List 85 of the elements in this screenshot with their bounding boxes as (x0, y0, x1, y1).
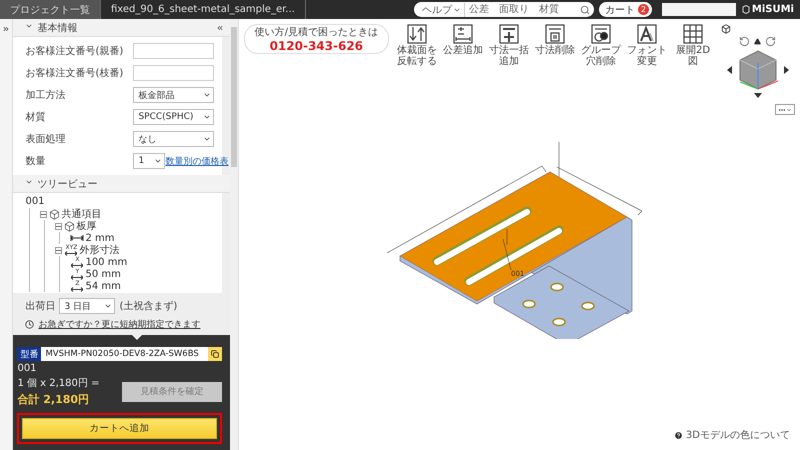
tree-item-label[interactable]: 100 mm (85, 256, 128, 268)
toolbar-button[interactable]: 寸法一括追加 (486, 24, 531, 139)
quantity-dropdown[interactable]: 1 (133, 153, 166, 169)
cart-button[interactable]: カート 2 (598, 2, 652, 17)
up-arrow-icon[interactable] (754, 38, 762, 45)
plus-icon (498, 24, 519, 44)
dropdown[interactable]: なし (133, 131, 214, 147)
clock-icon (25, 320, 34, 329)
section-title: 基本情報 (37, 22, 78, 34)
toolbar-button[interactable]: グループ穴削除 (578, 24, 623, 139)
search-field[interactable]: 公差 面取り 材質 (468, 4, 576, 15)
font-icon (636, 24, 657, 44)
tree-item-label[interactable]: 共通項目 (61, 207, 102, 221)
toolbar-button[interactable]: 体裁面を反転する (394, 24, 439, 139)
chevron-down-icon (104, 302, 112, 310)
toolbar-button[interactable]: 寸法削除 (532, 24, 577, 139)
collapse-toggle[interactable] (55, 222, 62, 230)
thickness-arrow-icon (70, 234, 84, 242)
ship-date-note: (土祝含まず) (119, 300, 178, 313)
text-field[interactable] (133, 65, 214, 81)
tree-item-label[interactable]: 板厚 (76, 219, 96, 233)
view-menu-button[interactable] (774, 104, 795, 115)
logo-icon (742, 5, 750, 14)
field-label: お客様注文番号(枝番) (25, 66, 124, 80)
item-number: 001 (17, 363, 38, 374)
part-number: MVSHM-PN02050-DEV8-2ZA-SW6BS (44, 349, 200, 359)
chevron-down-icon (202, 113, 211, 121)
total-price: 合計 2,180円 (17, 392, 90, 407)
help-icon (674, 430, 683, 440)
toolbar-button[interactable]: 公差追加 (440, 24, 485, 139)
field-label: 数量 (25, 155, 46, 168)
chevron-down-icon (154, 157, 162, 165)
toolbar-button[interactable]: 展開2D図 (670, 24, 715, 139)
logo-text: MiSUMi (752, 4, 794, 15)
flip-arrows-icon (406, 24, 427, 44)
toolbar-button[interactable]: フォント変更 (624, 24, 669, 139)
chevron-down-icon (202, 91, 211, 99)
tree-root-label[interactable]: 001 (25, 196, 214, 208)
breadcrumb-link[interactable]: プロジェクト一覧 (0, 0, 101, 19)
cart-count-badge: 2 (638, 4, 649, 15)
tree-item-label[interactable]: 2 mm (85, 232, 114, 244)
collapse-toggle[interactable] (55, 246, 62, 254)
tree-item-label[interactable]: 外形寸法 (79, 243, 120, 257)
section-title: ツリービュー (37, 178, 98, 190)
field-label: お客様注文番号(親番) (25, 44, 124, 58)
right-arrow-icon[interactable] (784, 66, 789, 74)
copy-button[interactable] (208, 347, 222, 361)
collapse-toggle[interactable] (40, 210, 48, 218)
tree-item-label[interactable]: 50 mm (85, 268, 121, 280)
dropdown[interactable]: SPCC(SPHC) (133, 109, 214, 125)
search-scope-dropdown[interactable]: ヘルプ (422, 2, 465, 16)
color-help-link[interactable]: 3Dモデルの色について (686, 428, 790, 442)
trash-icon (544, 24, 565, 44)
collapse-panel-icon[interactable] (216, 24, 224, 32)
field-label: 表面処理 (25, 132, 66, 146)
unfolded-layout-icon (682, 24, 703, 44)
field-label: 加工方法 (25, 88, 66, 102)
cube-icon (64, 220, 76, 232)
isometric-view-icon[interactable] (720, 24, 731, 34)
chevron-down-icon (202, 135, 211, 143)
chevron-down-icon (786, 106, 792, 112)
text-field[interactable] (133, 43, 214, 59)
search-icon[interactable] (580, 4, 590, 14)
price-table-link[interactable]: 数量別の価格表 (165, 154, 228, 168)
split-shapes-icon (590, 24, 611, 44)
scrollbar-thumb[interactable] (230, 27, 237, 167)
support-caption: 使い方/見積で困ったときは (254, 27, 378, 39)
down-arrow-icon[interactable] (754, 93, 762, 98)
express-link[interactable]: お急ぎですか？更に短納期指定できます (38, 318, 200, 331)
dropdown[interactable]: 板金部品 (133, 87, 214, 103)
expand-panel-icon[interactable] (2, 25, 10, 33)
add-to-cart-button[interactable]: カートへ追加 (22, 418, 217, 439)
unit-price: 1 個 x 2,180円 = (17, 377, 100, 390)
ship-date-dropdown[interactable]: 3 日目 (59, 298, 116, 314)
tree-item-label[interactable]: 54 mm (85, 280, 121, 292)
ship-date-label: 出荷日 (25, 300, 56, 313)
part-number-tag: 型番 (17, 347, 42, 361)
cube-icon (49, 208, 60, 220)
phone-number: 0120-343-626 (270, 39, 364, 53)
left-arrow-icon[interactable] (726, 66, 732, 74)
rotate-right-icon[interactable] (765, 36, 776, 47)
tolerance-icon (452, 24, 473, 44)
field-label: 材質 (25, 110, 46, 124)
rotate-left-icon[interactable] (739, 36, 750, 47)
search-bar[interactable]: ヘルプ 公差 面取り 材質 (414, 2, 594, 17)
